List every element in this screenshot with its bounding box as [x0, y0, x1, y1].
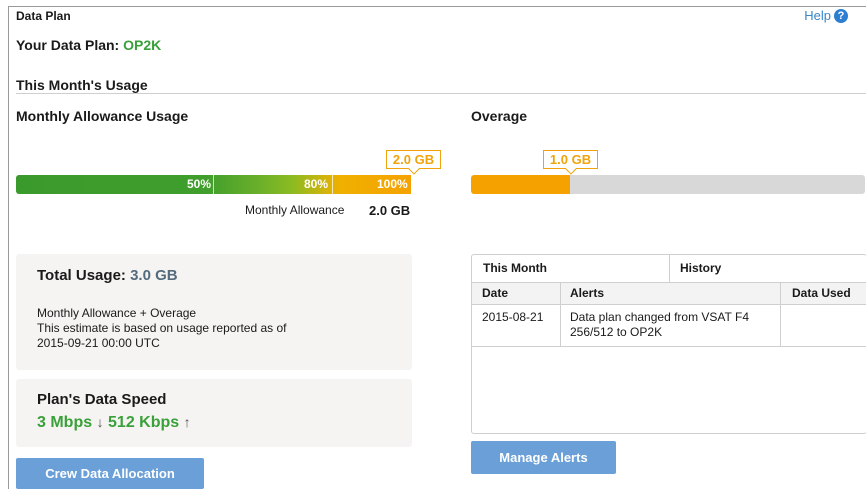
allowance-caption: Monthly Allowance: [245, 203, 345, 217]
total-usage-label: Total Usage:: [37, 267, 126, 284]
overage-title: Overage: [471, 108, 528, 124]
tick-50: [213, 175, 214, 194]
total-usage-amount: 3.0 GB: [130, 267, 178, 284]
col-alerts: Alerts: [570, 286, 605, 300]
marker-80: 80%: [304, 177, 329, 191]
tab-history[interactable]: History: [669, 255, 866, 282]
data-plan-name: OP2K: [123, 37, 162, 53]
alerts-tabs: This Month History: [472, 255, 866, 283]
panel-border-top: [8, 6, 866, 7]
allowance-callout: 2.0 GB: [386, 150, 441, 169]
data-plan-line: Your Data Plan: OP2K: [16, 37, 161, 53]
data-speed-card: Plan's Data Speed 3 Mbps ↓ 512 Kbps ↑: [16, 379, 412, 447]
data-speed-values: 3 Mbps ↓ 512 Kbps ↑: [37, 414, 191, 432]
col-divider: [560, 283, 561, 346]
data-speed-title: Plan's Data Speed: [37, 391, 167, 408]
tab-this-month[interactable]: This Month: [472, 255, 670, 282]
overage-progress-fill: [471, 175, 570, 194]
panel-border-left: [8, 6, 9, 489]
overage-callout: 1.0 GB: [543, 150, 598, 169]
question-circle-icon[interactable]: ?: [834, 8, 848, 23]
download-speed: 3 Mbps: [37, 414, 93, 431]
total-usage-card: Total Usage: 3.0 GB Monthly Allowance + …: [16, 254, 412, 370]
overage-progress-bar: [471, 175, 865, 194]
usage-desc-line2: This estimate is based on usage reported…: [37, 321, 287, 335]
manage-alerts-button[interactable]: Manage Alerts: [471, 441, 616, 474]
usage-desc-line1: Monthly Allowance + Overage: [37, 306, 197, 320]
col-data-used: Data Used: [792, 286, 851, 300]
col-divider: [780, 283, 781, 346]
section-title: This Month's Usage: [16, 77, 148, 93]
arrow-down-icon: ↓: [96, 414, 104, 430]
crew-data-allocation-button[interactable]: Crew Data Allocation: [16, 458, 204, 489]
row-date: 2015-08-21: [482, 310, 544, 324]
usage-desc-line3: 2015-09-21 00:00 UTC: [37, 336, 160, 350]
marker-50: 50%: [187, 177, 212, 191]
page-title: Data Plan: [16, 9, 71, 23]
allowance-progress-bar: 50% 80% 100%: [16, 175, 411, 194]
alerts-panel: This Month History Date Alerts Data Used…: [471, 254, 866, 434]
row-divider: [472, 346, 866, 347]
total-usage-heading: Total Usage: 3.0 GB: [37, 267, 178, 284]
col-date: Date: [482, 286, 509, 300]
tick-80: [332, 175, 333, 194]
row-alert: Data plan changed from VSAT F4 256/512 t…: [570, 310, 749, 339]
arrow-up-icon: ↑: [183, 414, 191, 430]
marker-100: 100%: [377, 177, 408, 191]
allowance-title: Monthly Allowance Usage: [16, 108, 189, 124]
allowance-amount: 2.0 GB: [369, 203, 411, 218]
data-plan-prefix: Your Data Plan:: [16, 37, 120, 53]
section-divider: [16, 93, 866, 94]
total-usage-description: Monthly Allowance + Overage This estimat…: [37, 306, 286, 351]
upload-speed: 512 Kbps: [108, 414, 180, 431]
help-link[interactable]: Help ?: [804, 8, 848, 23]
alerts-table-header: Date Alerts Data Used: [472, 283, 866, 305]
help-label[interactable]: Help: [804, 8, 831, 23]
